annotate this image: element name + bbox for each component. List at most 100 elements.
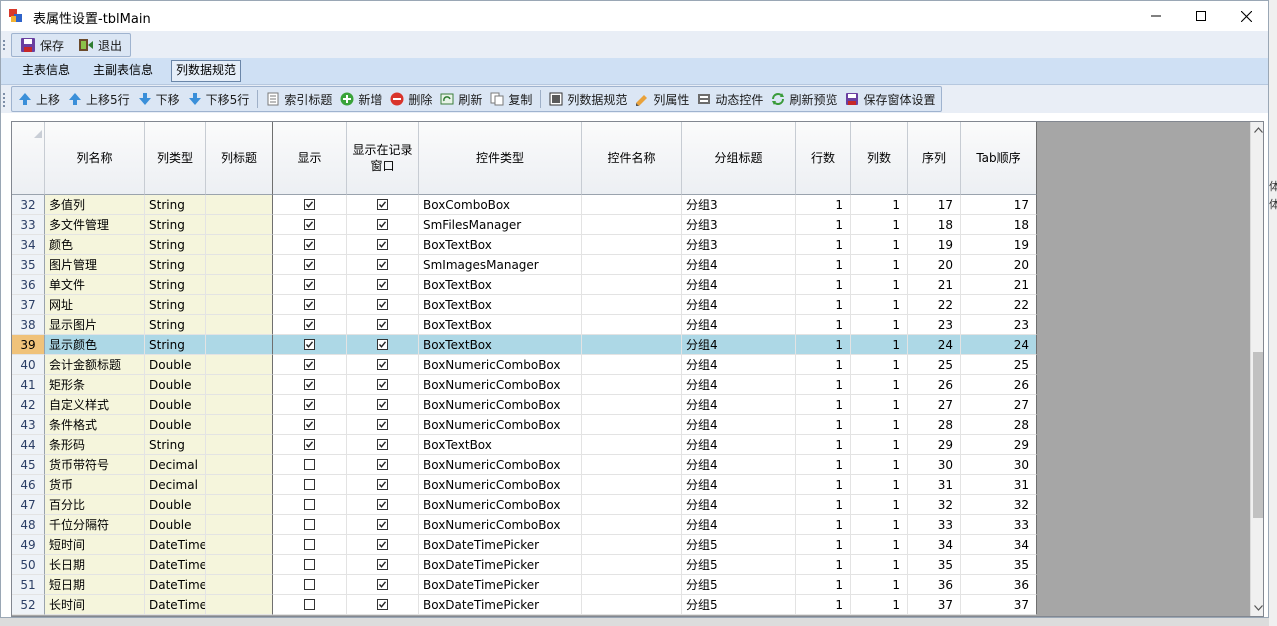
scroll-down-button[interactable] xyxy=(1251,600,1263,616)
cell-cols[interactable]: 1 xyxy=(851,255,908,275)
checkbox[interactable] xyxy=(377,219,388,230)
row-number[interactable]: 43 xyxy=(12,415,45,435)
table-row[interactable]: 34 颜色 String BoxTextBox 分组3 1 1 19 19 xyxy=(12,235,1037,255)
cell-control-type[interactable]: BoxDateTimePicker xyxy=(419,535,582,555)
cell-column-title[interactable] xyxy=(206,535,273,555)
cell-cols[interactable]: 1 xyxy=(851,495,908,515)
cell-show-in-record-checkbox[interactable] xyxy=(347,335,419,355)
cell-show-in-record-checkbox[interactable] xyxy=(347,475,419,495)
cell-group-title[interactable]: 分组4 xyxy=(682,395,796,415)
cell-rows[interactable]: 1 xyxy=(796,195,851,215)
cell-group-title[interactable]: 分组3 xyxy=(682,195,796,215)
cell-column-name[interactable]: 显示图片 xyxy=(45,315,145,335)
table-row[interactable]: 49 短时间 DateTime BoxDateTimePicker 分组5 1 1 34 34 xyxy=(12,535,1037,555)
header-rows[interactable]: 行数 xyxy=(796,122,851,195)
cell-show-in-record-checkbox[interactable] xyxy=(347,595,419,615)
cell-sequence[interactable]: 30 xyxy=(908,455,961,475)
row-number[interactable]: 35 xyxy=(12,255,45,275)
cell-cols[interactable]: 1 xyxy=(851,295,908,315)
cell-column-name[interactable]: 条形码 xyxy=(45,435,145,455)
cell-sequence[interactable]: 34 xyxy=(908,535,961,555)
cell-column-title[interactable] xyxy=(206,235,273,255)
table-row[interactable]: 42 自定义样式 Double BoxNumericComboBox 分组4 1 1 27 27 xyxy=(12,395,1037,415)
cell-column-type[interactable]: Decimal xyxy=(145,475,206,495)
cell-column-name[interactable]: 会计金额标题 xyxy=(45,355,145,375)
header-type[interactable]: 列类型 xyxy=(145,122,206,195)
checkbox[interactable] xyxy=(304,539,315,550)
cell-show-in-record-checkbox[interactable] xyxy=(347,415,419,435)
cell-control-name[interactable] xyxy=(582,255,682,275)
cell-control-type[interactable]: BoxNumericComboBox xyxy=(419,355,582,375)
cell-column-title[interactable] xyxy=(206,375,273,395)
cell-column-type[interactable]: String xyxy=(145,235,206,255)
copy-button[interactable]: 复制 xyxy=(486,88,536,110)
table-row[interactable]: 44 条形码 String BoxTextBox 分组4 1 1 29 29 xyxy=(12,435,1037,455)
cell-column-type[interactable]: String xyxy=(145,255,206,275)
cell-group-title[interactable]: 分组4 xyxy=(682,455,796,475)
cell-rows[interactable]: 1 xyxy=(796,315,851,335)
cell-rows[interactable]: 1 xyxy=(796,475,851,495)
cell-sequence[interactable]: 25 xyxy=(908,355,961,375)
cell-column-type[interactable]: Decimal xyxy=(145,455,206,475)
cell-rows[interactable]: 1 xyxy=(796,515,851,535)
cell-sequence[interactable]: 23 xyxy=(908,315,961,335)
cell-rows[interactable]: 1 xyxy=(796,215,851,235)
cell-show-checkbox[interactable] xyxy=(273,375,347,395)
cell-control-type[interactable]: BoxTextBox xyxy=(419,335,582,355)
exit-button[interactable]: 退出 xyxy=(74,34,126,56)
cell-sequence[interactable]: 29 xyxy=(908,435,961,455)
checkbox[interactable] xyxy=(377,499,388,510)
cell-column-type[interactable]: Double xyxy=(145,415,206,435)
cell-tab-order[interactable]: 34 xyxy=(961,535,1037,555)
cell-group-title[interactable]: 分组5 xyxy=(682,575,796,595)
cell-control-name[interactable] xyxy=(582,375,682,395)
checkbox[interactable] xyxy=(377,359,388,370)
cell-show-checkbox[interactable] xyxy=(273,535,347,555)
cell-column-type[interactable]: String xyxy=(145,215,206,235)
cell-show-checkbox[interactable] xyxy=(273,295,347,315)
cell-column-type[interactable]: Double xyxy=(145,395,206,415)
checkbox[interactable] xyxy=(304,399,315,410)
table-row[interactable]: 36 单文件 String BoxTextBox 分组4 1 1 21 21 xyxy=(12,275,1037,295)
cell-show-in-record-checkbox[interactable] xyxy=(347,235,419,255)
close-button[interactable] xyxy=(1223,1,1268,31)
table-row[interactable]: 48 千位分隔符 Double BoxNumericComboBox 分组4 1 1 33 33 xyxy=(12,515,1037,535)
checkbox[interactable] xyxy=(304,599,315,610)
cell-control-name[interactable] xyxy=(582,495,682,515)
cell-control-type[interactable]: BoxDateTimePicker xyxy=(419,555,582,575)
cell-control-type[interactable]: BoxTextBox xyxy=(419,315,582,335)
cell-show-checkbox[interactable] xyxy=(273,415,347,435)
header-name[interactable]: 列名称 xyxy=(45,122,145,195)
cell-control-name[interactable] xyxy=(582,555,682,575)
cell-column-name[interactable]: 多文件管理 xyxy=(45,215,145,235)
checkbox[interactable] xyxy=(304,479,315,490)
cell-control-name[interactable] xyxy=(582,435,682,455)
cell-cols[interactable]: 1 xyxy=(851,335,908,355)
tab-column-data-spec[interactable]: 列数据规范 xyxy=(171,60,242,82)
cell-control-type[interactable]: BoxDateTimePicker xyxy=(419,595,582,615)
cell-show-in-record-checkbox[interactable] xyxy=(347,515,419,535)
row-number[interactable]: 46 xyxy=(12,475,45,495)
cell-group-title[interactable]: 分组5 xyxy=(682,535,796,555)
cell-cols[interactable]: 1 xyxy=(851,435,908,455)
cell-column-name[interactable]: 自定义样式 xyxy=(45,395,145,415)
cell-group-title[interactable]: 分组4 xyxy=(682,355,796,375)
table-row[interactable]: 33 多文件管理 String SmFilesManager 分组3 1 1 18 18 xyxy=(12,215,1037,235)
cell-show-checkbox[interactable] xyxy=(273,195,347,215)
cell-show-in-record-checkbox[interactable] xyxy=(347,195,419,215)
row-number[interactable]: 39 xyxy=(12,335,45,355)
cell-cols[interactable]: 1 xyxy=(851,355,908,375)
cell-sequence[interactable]: 32 xyxy=(908,495,961,515)
cell-control-name[interactable] xyxy=(582,195,682,215)
cell-show-checkbox[interactable] xyxy=(273,215,347,235)
cell-tab-order[interactable]: 32 xyxy=(961,495,1037,515)
cell-column-title[interactable] xyxy=(206,255,273,275)
cell-column-title[interactable] xyxy=(206,275,273,295)
cell-column-title[interactable] xyxy=(206,395,273,415)
cell-column-type[interactable]: DateTime xyxy=(145,535,206,555)
cell-control-type[interactable]: BoxNumericComboBox xyxy=(419,515,582,535)
cell-tab-order[interactable]: 17 xyxy=(961,195,1037,215)
cell-show-checkbox[interactable] xyxy=(273,275,347,295)
cell-column-name[interactable]: 多值列 xyxy=(45,195,145,215)
checkbox[interactable] xyxy=(304,559,315,570)
